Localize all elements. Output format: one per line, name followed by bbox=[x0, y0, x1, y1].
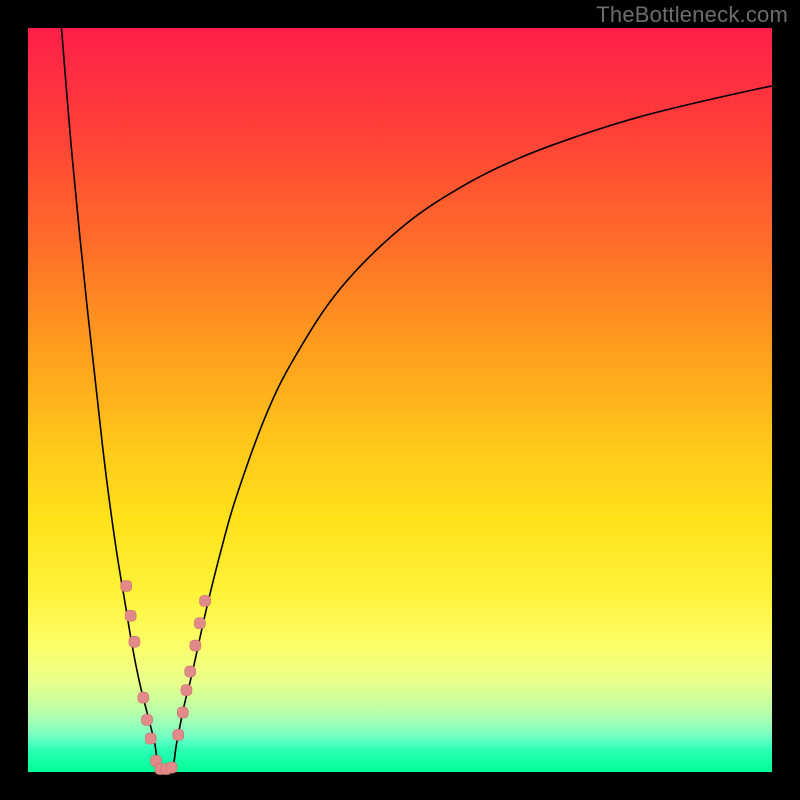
curve-marker bbox=[125, 610, 136, 621]
curve-marker bbox=[190, 640, 201, 651]
curve-marker bbox=[138, 692, 149, 703]
curve-marker bbox=[145, 733, 156, 744]
curve-marker bbox=[194, 618, 205, 629]
plot-area bbox=[28, 28, 772, 772]
marker-group bbox=[121, 581, 211, 775]
curve-marker bbox=[173, 729, 184, 740]
chart-frame: TheBottleneck.com bbox=[0, 0, 800, 800]
curve-marker bbox=[185, 666, 196, 677]
curve-layer bbox=[28, 28, 772, 772]
curve-marker bbox=[200, 595, 211, 606]
watermark-text: TheBottleneck.com bbox=[596, 2, 788, 28]
curve-marker bbox=[121, 581, 132, 592]
v-curve bbox=[61, 28, 772, 774]
curve-marker bbox=[142, 714, 153, 725]
curve-marker bbox=[166, 762, 177, 773]
curve-marker bbox=[177, 707, 188, 718]
curve-marker bbox=[129, 636, 140, 647]
curve-marker bbox=[181, 685, 192, 696]
